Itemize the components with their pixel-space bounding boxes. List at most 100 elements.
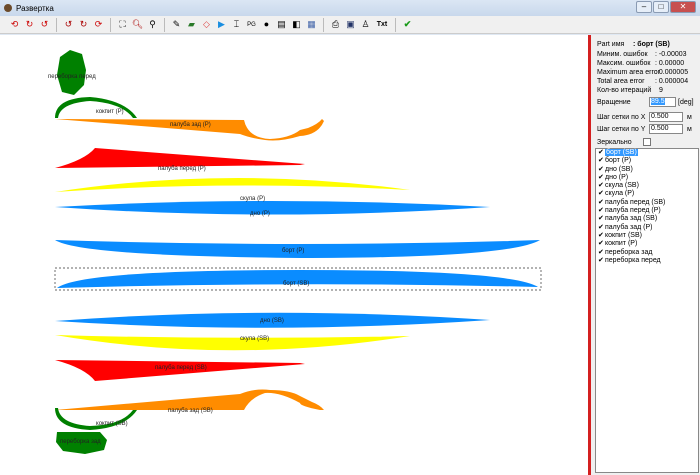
- item-label: палуба перед (P): [605, 207, 661, 215]
- rotation-label: Вращение: [597, 99, 631, 106]
- parts-list[interactable]: ✔ борт (SB) ✔борт (P) ✔дно (SB) ✔дно (P) ✔ску…: [595, 148, 699, 473]
- rotation-value: 89.5: [651, 98, 665, 105]
- part-bottom-p[interactable]: [55, 201, 490, 215]
- zoom-out-icon[interactable]: ⚲: [146, 18, 159, 31]
- item-checkbox[interactable]: ✔: [598, 182, 605, 190]
- rotation-unit: [deg]: [678, 99, 694, 106]
- part-deck-rear-sb[interactable]: [55, 389, 324, 411]
- item-label: дно (SB): [605, 165, 633, 173]
- item-label: палуба зад (P): [605, 223, 653, 231]
- part-deck-front-p[interactable]: [55, 148, 305, 168]
- max-error-value: : 0.00000: [655, 60, 685, 67]
- parts-list-item[interactable]: ✔дно (P): [596, 174, 698, 182]
- parts-list-item[interactable]: ✔палуба зад (P): [596, 224, 698, 232]
- pen-icon[interactable]: ✎: [170, 18, 183, 31]
- max-area-error-label: Maximum area error: [597, 69, 661, 76]
- label-bh-front: переборка перед: [48, 74, 96, 80]
- item-checkbox[interactable]: ✔: [598, 174, 605, 182]
- item-label: скула (P): [605, 190, 635, 198]
- parts-list-item[interactable]: ✔палуба перед (SB): [596, 199, 698, 207]
- sphere-icon[interactable]: ●: [260, 18, 273, 31]
- print-icon[interactable]: ⎙: [329, 18, 342, 31]
- label-side-p: борт (P): [282, 248, 304, 254]
- label-bottom-sb: дно (SB): [260, 318, 284, 324]
- label-deck-front-p: палуба перед (P): [158, 166, 206, 172]
- txt-button[interactable]: Txt: [374, 18, 390, 31]
- tag-icon[interactable]: ◇: [200, 18, 213, 31]
- minimize-button[interactable]: –: [636, 1, 652, 13]
- item-label: борт (P): [605, 157, 632, 165]
- play-icon[interactable]: ▶: [215, 18, 228, 31]
- layers-icon[interactable]: ▰: [185, 18, 198, 31]
- item-checkbox[interactable]: ✔: [598, 249, 605, 257]
- total-area-error-label: Total area error: [597, 78, 645, 85]
- part-bulkhead-front[interactable]: [57, 50, 86, 95]
- min-error-label: Миним. ошибок: [597, 51, 648, 58]
- rotate-red-icon[interactable]: ⟲: [8, 18, 21, 31]
- parts-list-item[interactable]: ✔борт (P): [596, 157, 698, 165]
- grid-x-input[interactable]: 0.500: [649, 112, 683, 122]
- zoom-in-icon[interactable]: 🔍︎: [131, 18, 144, 31]
- label-bh-rear: переборка зад: [60, 439, 101, 445]
- label-deck-rear-sb: палуба зад (SB): [168, 408, 213, 414]
- cube-icon[interactable]: ◧: [290, 18, 303, 31]
- parts-list-item[interactable]: ✔переборка перед: [596, 257, 698, 265]
- item-checkbox[interactable]: ✔: [598, 157, 605, 165]
- parts-list-item[interactable]: ✔переборка зад: [596, 249, 698, 257]
- item-checkbox[interactable]: ✔: [598, 224, 605, 232]
- parts-list-item[interactable]: ✔палуба зад (SB): [596, 215, 698, 223]
- title-bar: Развертка – □ ✕: [0, 0, 700, 16]
- properties-panel: Part имя: борт (SB) Миним. ошибок: -0.00…: [588, 35, 700, 475]
- max-error-label: Максим. ошибок: [597, 60, 651, 67]
- part-chine-sb[interactable]: [55, 335, 410, 351]
- save-icon[interactable]: ▣: [344, 18, 357, 31]
- label-cockpit-p: кокпит (P): [96, 109, 124, 115]
- rotate-b-icon[interactable]: ↻: [77, 18, 90, 31]
- close-button[interactable]: ✕: [670, 1, 696, 13]
- item-checkbox[interactable]: ✔: [598, 166, 605, 174]
- maximize-button[interactable]: □: [653, 1, 669, 13]
- zoom-fit-icon[interactable]: ⛶: [116, 18, 129, 31]
- total-area-error-value: : 0.000004: [655, 78, 689, 85]
- film-icon[interactable]: ▤: [275, 18, 288, 31]
- label-bottom-p: дно (P): [250, 211, 270, 217]
- parts-drawing[interactable]: переборка перед кокпит (P) палуба зад (P…: [0, 35, 588, 475]
- item-checkbox[interactable]: ✔: [598, 199, 605, 207]
- item-checkbox[interactable]: ✔: [598, 232, 605, 240]
- max-area-error-value: : 0.000005: [655, 69, 689, 76]
- layout-canvas[interactable]: переборка перед кокпит (P) палуба зад (P…: [0, 35, 588, 475]
- item-checkbox[interactable]: ✔: [598, 215, 605, 223]
- rotation-input[interactable]: 89.5: [649, 97, 676, 107]
- rotate-c-icon[interactable]: ⟳: [92, 18, 105, 31]
- app-icon: [4, 4, 12, 12]
- mirror-checkbox[interactable]: [643, 138, 651, 146]
- item-label: палуба зад (SB): [605, 215, 658, 223]
- item-checkbox[interactable]: ✔: [598, 149, 605, 157]
- rotate-a-icon[interactable]: ↺: [62, 18, 75, 31]
- parts-list-item[interactable]: ✔дно (SB): [596, 166, 698, 174]
- parts-list-item[interactable]: ✔кокпит (SB): [596, 232, 698, 240]
- part-chine-p[interactable]: [55, 177, 410, 192]
- rotate-cw-icon[interactable]: ↻: [23, 18, 36, 31]
- iterations-label: Кол-во итераций: [597, 87, 652, 94]
- check-icon[interactable]: ✔: [401, 18, 414, 31]
- parts-list-item[interactable]: ✔скула (P): [596, 190, 698, 198]
- item-checkbox[interactable]: ✔: [598, 207, 605, 215]
- item-label: кокпит (P): [605, 240, 638, 248]
- dimension-icon[interactable]: ⌶: [230, 18, 243, 31]
- grid-icon[interactable]: ▦: [305, 18, 318, 31]
- grid-y-input[interactable]: 0.500: [649, 124, 683, 134]
- pg-icon[interactable]: PG: [245, 18, 258, 31]
- item-checkbox[interactable]: ✔: [598, 190, 605, 198]
- label-chine-p: скула (P): [240, 196, 265, 202]
- min-error-value: : -0.00003: [655, 51, 687, 58]
- part-name-value: : борт (SB): [633, 41, 670, 48]
- rotate-ccw-icon[interactable]: ↺: [38, 18, 51, 31]
- item-label: дно (P): [605, 173, 629, 181]
- item-checkbox[interactable]: ✔: [598, 240, 605, 248]
- parts-list-item[interactable]: ✔кокпит (P): [596, 240, 698, 248]
- label-deck-front-sb: палуба перед (SB): [155, 365, 207, 371]
- item-checkbox[interactable]: ✔: [598, 257, 605, 265]
- parts-list-item[interactable]: ✔скула (SB): [596, 182, 698, 190]
- person-icon[interactable]: ♙: [359, 18, 372, 31]
